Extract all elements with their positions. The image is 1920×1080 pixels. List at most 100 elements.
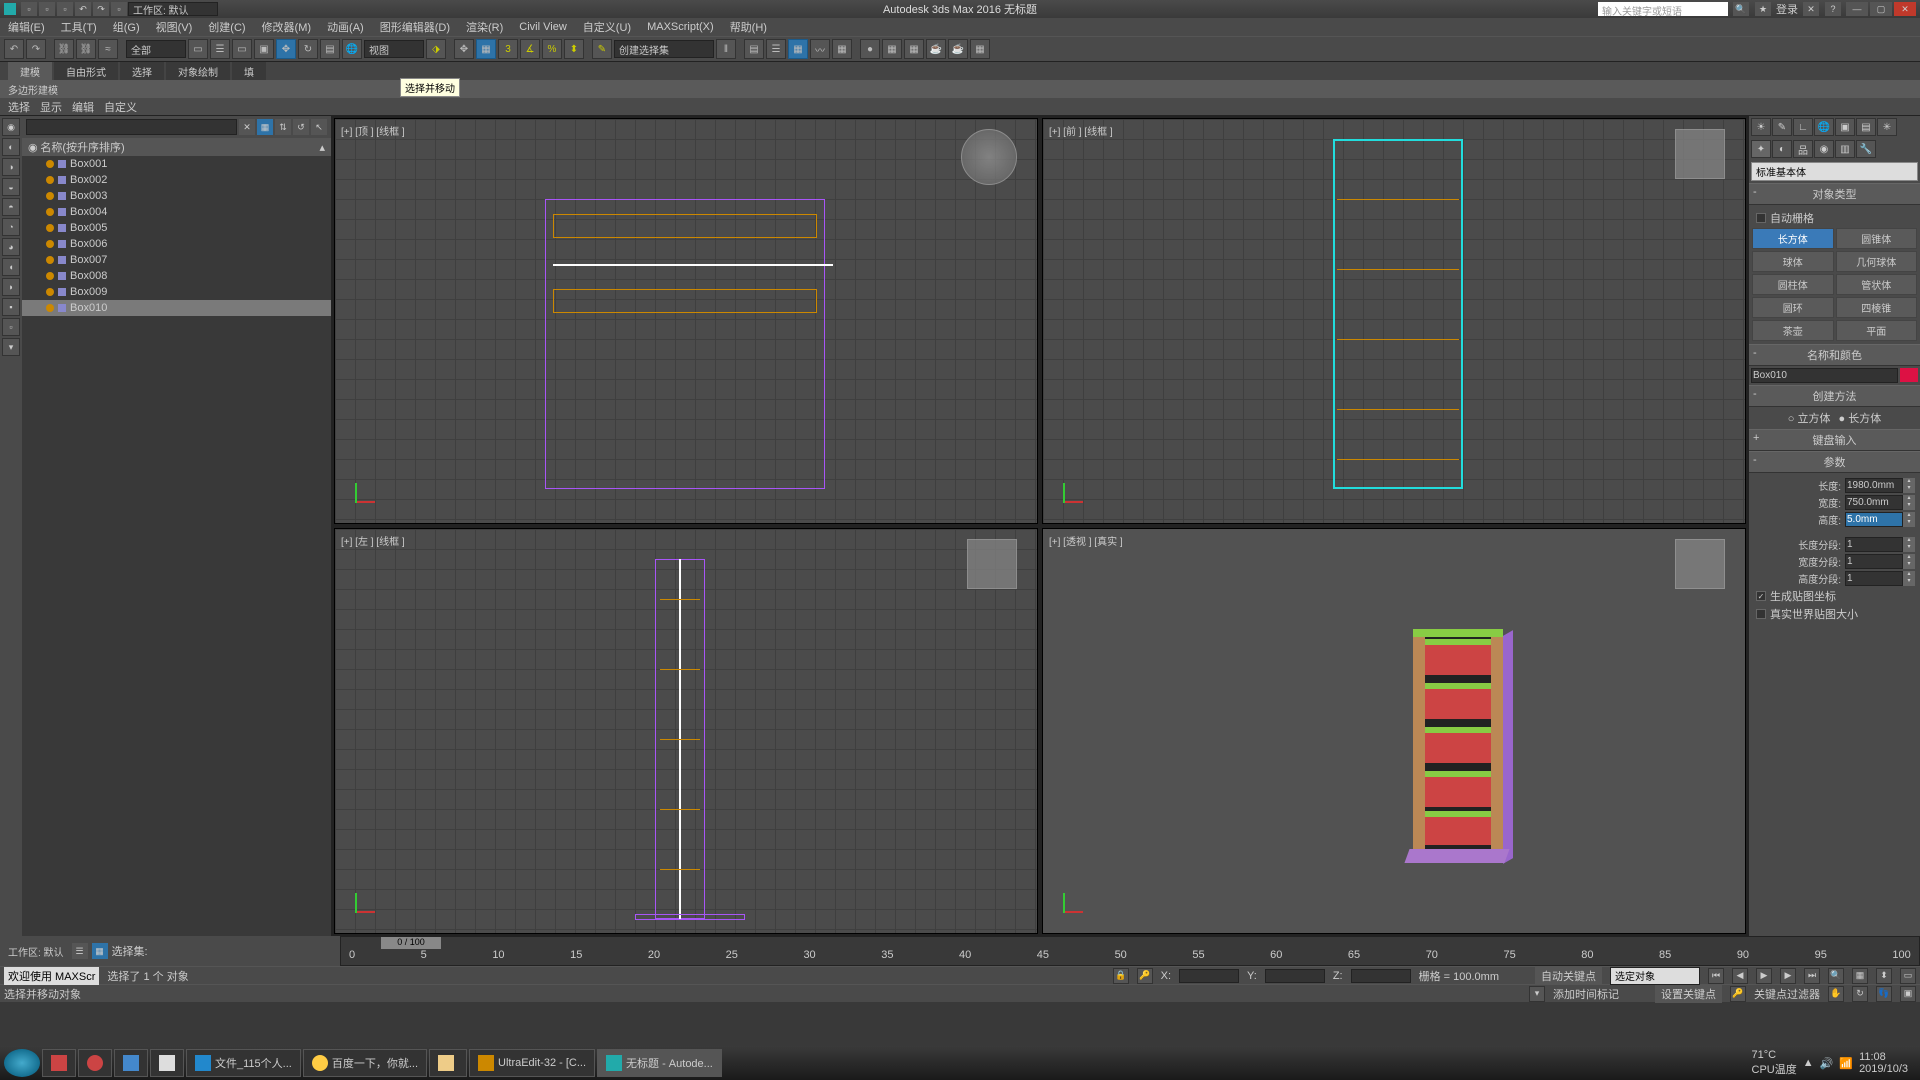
spinner-snap-icon[interactable]: ⬍: [564, 39, 584, 59]
light-icon[interactable]: ☀: [1751, 118, 1771, 136]
setkey-button[interactable]: 设置关键点: [1655, 985, 1722, 1003]
layer-toggle-icon[interactable]: ☰: [72, 943, 88, 959]
time-slider-thumb[interactable]: 0 / 100: [381, 937, 441, 949]
method-cube-radio[interactable]: ○ 立方体: [1788, 410, 1831, 426]
menu-modifiers[interactable]: 修改器(M): [258, 19, 316, 35]
qat-link-icon[interactable]: ▫: [111, 2, 127, 16]
autokey-button[interactable]: 自动关键点: [1535, 967, 1602, 985]
tray-icon[interactable]: 📶: [1839, 1057, 1853, 1070]
play-icon[interactable]: ▶: [1756, 968, 1772, 984]
ref-coord-icon[interactable]: 🌐: [342, 39, 362, 59]
start-button[interactable]: [4, 1049, 40, 1077]
rollout-params[interactable]: -参数: [1749, 451, 1920, 473]
schematic-icon[interactable]: ▦: [832, 39, 852, 59]
prim-cylinder-button[interactable]: 圆柱体: [1752, 274, 1834, 295]
filter-shape-icon[interactable]: ◐: [2, 138, 20, 156]
prim-teapot-button[interactable]: 茶壶: [1752, 320, 1834, 341]
selection-filter-dropdown[interactable]: 全部: [126, 40, 186, 58]
globe-icon[interactable]: 🌐: [1814, 118, 1834, 136]
filter-geometry-icon[interactable]: ◉: [2, 118, 20, 136]
genmap-checkbox[interactable]: ✓: [1756, 591, 1766, 601]
ref-coord-dropdown[interactable]: 视图: [364, 40, 424, 58]
se-select[interactable]: 选择: [8, 99, 30, 115]
nav-pan-icon[interactable]: ✋: [1828, 986, 1844, 1002]
menu-tools[interactable]: 工具(T): [57, 19, 101, 35]
hseg-input[interactable]: [1845, 571, 1903, 586]
align-icon[interactable]: ▤: [744, 39, 764, 59]
bind-icon[interactable]: ≈: [98, 39, 118, 59]
select-move-button[interactable]: ✥: [276, 39, 296, 59]
height-input[interactable]: [1845, 512, 1903, 527]
workspace-dropdown[interactable]: 工作区: 默认: [128, 2, 218, 16]
menu-graph[interactable]: 图形编辑器(D): [376, 19, 454, 35]
prim-torus-button[interactable]: 圆环: [1752, 297, 1834, 318]
viewport-left[interactable]: [+] [左 ] [线框 ]: [334, 528, 1038, 934]
menu-customize[interactable]: 自定义(U): [579, 19, 635, 35]
length-spinner[interactable]: ▴▾: [1903, 478, 1915, 493]
tray-icon[interactable]: ▲: [1803, 1057, 1814, 1069]
vp-persp-label[interactable]: [+] [透视 ] [真实 ]: [1049, 533, 1123, 548]
prim-pyramid-button[interactable]: 四棱锥: [1836, 297, 1918, 318]
scene-column-header[interactable]: ◉ 名称(按升序排序)▴: [22, 138, 331, 156]
lseg-spinner[interactable]: ▴▾: [1903, 537, 1915, 552]
next-frame-icon[interactable]: ▶: [1780, 968, 1796, 984]
nav-fov-icon[interactable]: ⬍: [1876, 968, 1892, 984]
task-item[interactable]: 百度一下，你就...: [303, 1049, 427, 1077]
maximize-button[interactable]: ▢: [1870, 2, 1892, 16]
key-lock-icon[interactable]: 🔑: [1137, 968, 1153, 984]
scene-item[interactable]: Box001: [22, 156, 331, 172]
filter-frozen-icon[interactable]: ▪: [2, 298, 20, 316]
render-frame-icon[interactable]: ▦: [904, 39, 924, 59]
task-item[interactable]: UltraEdit-32 - [C...: [469, 1049, 595, 1077]
select-region-icon[interactable]: ▭: [232, 39, 252, 59]
keyfilter-label[interactable]: 关键点过滤器: [1754, 986, 1820, 1002]
se-display[interactable]: 显示: [40, 99, 62, 115]
close-button[interactable]: ✕: [1894, 2, 1916, 16]
named-selection-dropdown[interactable]: 创建选择集: [614, 40, 714, 58]
menu-group[interactable]: 组(G): [109, 19, 144, 35]
render-iter-icon[interactable]: ▦: [970, 39, 990, 59]
viewcube-persp[interactable]: [1675, 539, 1725, 589]
scene-search-input[interactable]: [26, 119, 237, 135]
filter-group-icon[interactable]: ◖: [2, 258, 20, 276]
toggle-ribbon-icon[interactable]: ▦: [788, 39, 808, 59]
x-coord-input[interactable]: [1179, 969, 1239, 983]
task-pinned[interactable]: [78, 1049, 112, 1077]
se-edit[interactable]: 编辑: [72, 99, 94, 115]
manipulate-icon[interactable]: ✥: [454, 39, 474, 59]
scene-clear-icon[interactable]: ✕: [239, 119, 255, 135]
menu-maxscript[interactable]: MAXScript(X): [643, 21, 718, 33]
wseg-spinner[interactable]: ▴▾: [1903, 554, 1915, 569]
display-tab-icon[interactable]: ▥: [1835, 140, 1855, 158]
select-object-icon[interactable]: ▭: [188, 39, 208, 59]
redo-icon[interactable]: ↷: [26, 39, 46, 59]
time-tag-icon[interactable]: ▾: [1529, 986, 1545, 1002]
scene-pick-icon[interactable]: ↖: [311, 119, 327, 135]
filter-light-icon[interactable]: ◑: [2, 158, 20, 176]
menu-create[interactable]: 创建(C): [204, 19, 249, 35]
nav-zoom-icon[interactable]: 🔍: [1828, 968, 1844, 984]
prim-cone-button[interactable]: 圆锥体: [1836, 228, 1918, 249]
qat-save-icon[interactable]: ▫: [57, 2, 73, 16]
keymode-dropdown[interactable]: 选定对象: [1610, 967, 1700, 985]
filter-hidden-icon[interactable]: ▫: [2, 318, 20, 336]
material-icon[interactable]: ●: [860, 39, 880, 59]
rollout-keyboard[interactable]: +键盘输入: [1749, 429, 1920, 451]
brush-icon[interactable]: ✎: [1772, 118, 1792, 136]
safe-frame-icon[interactable]: ▣: [1835, 118, 1855, 136]
hierarchy-tab-icon[interactable]: 品: [1793, 140, 1813, 158]
y-coord-input[interactable]: [1265, 969, 1325, 983]
exchange-icon[interactable]: ✕: [1803, 2, 1819, 16]
ribtab-populate[interactable]: 填: [232, 62, 266, 80]
object-color-swatch[interactable]: [1900, 368, 1918, 382]
menu-animation[interactable]: 动画(A): [323, 19, 368, 35]
task-pinned[interactable]: [150, 1049, 184, 1077]
layer-icon[interactable]: ☰: [766, 39, 786, 59]
lseg-input[interactable]: [1845, 537, 1903, 552]
nav-region-icon[interactable]: ▭: [1900, 968, 1916, 984]
viewcube-top[interactable]: [961, 129, 1017, 185]
vp-front-label[interactable]: [+] [前 ] [线框 ]: [1049, 123, 1113, 138]
qat-open-icon[interactable]: ▫: [39, 2, 55, 16]
unlink-icon[interactable]: ⛓: [76, 39, 96, 59]
object-name-input[interactable]: [1751, 368, 1898, 383]
